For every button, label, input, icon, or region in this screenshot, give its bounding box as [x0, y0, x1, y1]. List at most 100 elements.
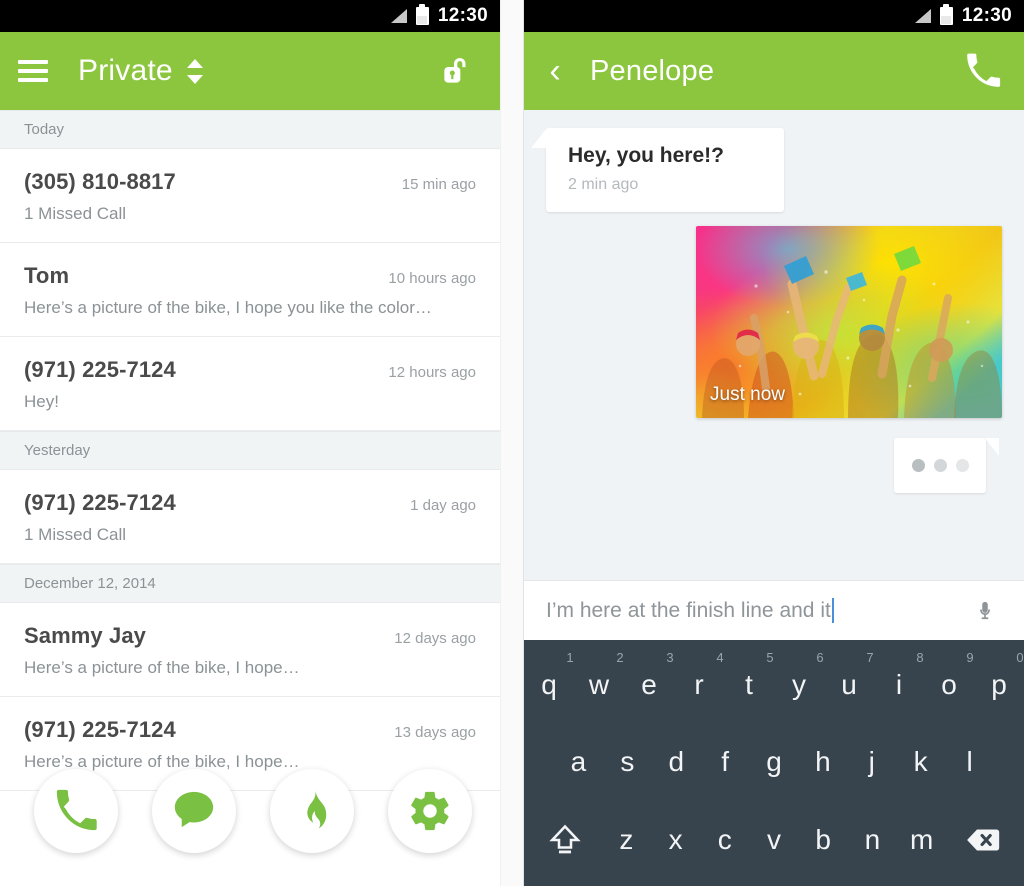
- conversation-thread[interactable]: Hey, you here!? 2 min ago Just now: [524, 110, 1024, 580]
- key-o[interactable]: 9o: [924, 646, 974, 724]
- key-label: g: [766, 746, 782, 778]
- key-p[interactable]: 0p: [974, 646, 1024, 724]
- list-item-title: (971) 225-7124: [24, 357, 176, 382]
- day-group-header: Yesterday: [0, 431, 500, 470]
- battery-icon: [939, 4, 953, 25]
- burn-fab[interactable]: [270, 769, 354, 853]
- status-bar: 12:30: [0, 0, 500, 32]
- photo-message-row: Just now: [546, 226, 1002, 418]
- key-label: m: [909, 823, 934, 855]
- key-l[interactable]: l: [945, 724, 994, 802]
- key-u[interactable]: 7u: [824, 646, 874, 724]
- dual-screenshot: 12:30 Private Today (305) 810-8817 15 mi…: [0, 0, 1024, 886]
- microphone-svg: [980, 601, 990, 619]
- key-g[interactable]: g: [750, 724, 799, 802]
- key-z[interactable]: z: [602, 801, 651, 879]
- key-label: w: [588, 668, 610, 700]
- list-item[interactable]: (971) 225-7124 1 day ago 1 Missed Call: [0, 470, 500, 564]
- microphone-icon[interactable]: [968, 595, 1002, 627]
- shift-key[interactable]: [528, 801, 602, 879]
- send-key[interactable]: [939, 879, 1014, 886]
- list-item-time: 12 hours ago: [388, 364, 476, 381]
- key-number: 1: [566, 650, 574, 665]
- settings-fab[interactable]: [388, 769, 472, 853]
- key-number: 5: [766, 650, 774, 665]
- space-key[interactable]: [652, 879, 888, 886]
- right-phone-screen: 12:30 ‹ Penelope Hey, you here!? 2 min a…: [524, 0, 1024, 886]
- keyboard-row-3: z x c v b n m: [524, 801, 1024, 879]
- message-bubble-incoming[interactable]: Hey, you here!? 2 min ago: [531, 128, 784, 212]
- key-k[interactable]: k: [896, 724, 945, 802]
- key-t[interactable]: 5t: [724, 646, 774, 724]
- key-label: d: [668, 746, 685, 778]
- message-composer[interactable]: I’m here at the finish line and it: [524, 580, 1024, 640]
- status-bar-clock: 12:30: [961, 5, 1012, 26]
- key-label: x: [668, 823, 683, 855]
- typing-dot: [933, 459, 947, 472]
- speech-bubble-icon: [174, 791, 214, 828]
- list-item-time: 15 min ago: [401, 176, 476, 193]
- message-bubble-photo[interactable]: Just now: [696, 226, 1002, 418]
- backspace-key[interactable]: [946, 801, 1020, 879]
- phone-call-icon[interactable]: [960, 48, 1006, 94]
- list-item[interactable]: Sammy Jay 12 days ago Here’s a picture o…: [0, 603, 500, 697]
- key-label: l: [966, 746, 973, 778]
- message-fab[interactable]: [152, 769, 236, 853]
- phone-fab[interactable]: [34, 769, 118, 853]
- message-input-value: I’m here at the finish line and it: [546, 598, 831, 622]
- typing-dot: [955, 459, 969, 472]
- key-number: 9: [966, 650, 974, 665]
- spinner-updown-icon[interactable]: [186, 58, 203, 84]
- key-q[interactable]: 1q: [524, 646, 574, 724]
- key-number: 8: [916, 650, 924, 665]
- list-item[interactable]: (971) 225-7124 12 hours ago Hey!: [0, 337, 500, 431]
- key-b[interactable]: b: [799, 801, 848, 879]
- list-item-subtitle: Here’s a picture of the bike, I hope…: [24, 658, 300, 677]
- key-i[interactable]: 8i: [874, 646, 924, 724]
- key-e[interactable]: 3e: [624, 646, 674, 724]
- key-n[interactable]: n: [848, 801, 897, 879]
- key-w[interactable]: 2w: [574, 646, 624, 724]
- key-x[interactable]: x: [651, 801, 700, 879]
- key-number: 7: [866, 650, 874, 665]
- back-chevron-icon[interactable]: ‹: [542, 54, 568, 88]
- key-f[interactable]: f: [701, 724, 750, 802]
- period-key[interactable]: . …: [888, 879, 940, 886]
- hamburger-menu-icon[interactable]: [18, 60, 48, 82]
- message-input[interactable]: I’m here at the finish line and it: [546, 598, 968, 623]
- key-r[interactable]: 4r: [674, 646, 724, 724]
- list-item-time: 12 days ago: [394, 630, 476, 647]
- conversation-app-bar: ‹ Penelope: [524, 32, 1024, 110]
- key-v[interactable]: v: [749, 801, 798, 879]
- left-app-bar: Private: [0, 32, 500, 110]
- key-h[interactable]: h: [798, 724, 847, 802]
- key-m[interactable]: m: [897, 801, 946, 879]
- key-label: r: [694, 668, 704, 700]
- status-bar: 12:30: [524, 0, 1024, 32]
- key-label: s: [620, 746, 635, 778]
- page-title: Private: [78, 54, 173, 87]
- key-a[interactable]: a: [554, 724, 603, 802]
- key-j[interactable]: j: [847, 724, 896, 802]
- key-s[interactable]: s: [603, 724, 652, 802]
- conversation-title: Penelope: [590, 54, 715, 87]
- virtual-keyboard[interactable]: 1q 2w 3e 4r 5t 6y 7u 8i 9o 0p a s d f g …: [524, 640, 1024, 886]
- list-item[interactable]: Tom 10 hours ago Here’s a picture of the…: [0, 243, 500, 337]
- key-c[interactable]: c: [700, 801, 749, 879]
- fab-dock: [0, 768, 500, 854]
- key-label: n: [864, 823, 881, 855]
- typing-indicator-row: [546, 438, 1002, 493]
- symbols-key[interactable]: ?123: [534, 879, 600, 886]
- list-item[interactable]: (305) 810-8817 15 min ago 1 Missed Call: [0, 149, 500, 243]
- list-item-time: 1 day ago: [410, 497, 476, 514]
- key-y[interactable]: 6y: [774, 646, 824, 724]
- key-d[interactable]: d: [652, 724, 701, 802]
- key-label: b: [815, 823, 831, 855]
- padlock-svg: [444, 58, 466, 83]
- unlocked-padlock-icon[interactable]: [436, 48, 482, 94]
- list-item-subtitle: Hey!: [24, 392, 59, 411]
- typing-indicator: [894, 438, 999, 493]
- list-item-title: Tom: [24, 263, 70, 288]
- keyboard-row-1: 1q 2w 3e 4r 5t 6y 7u 8i 9o 0p: [524, 646, 1024, 724]
- comma-key[interactable]: , …: [600, 879, 652, 886]
